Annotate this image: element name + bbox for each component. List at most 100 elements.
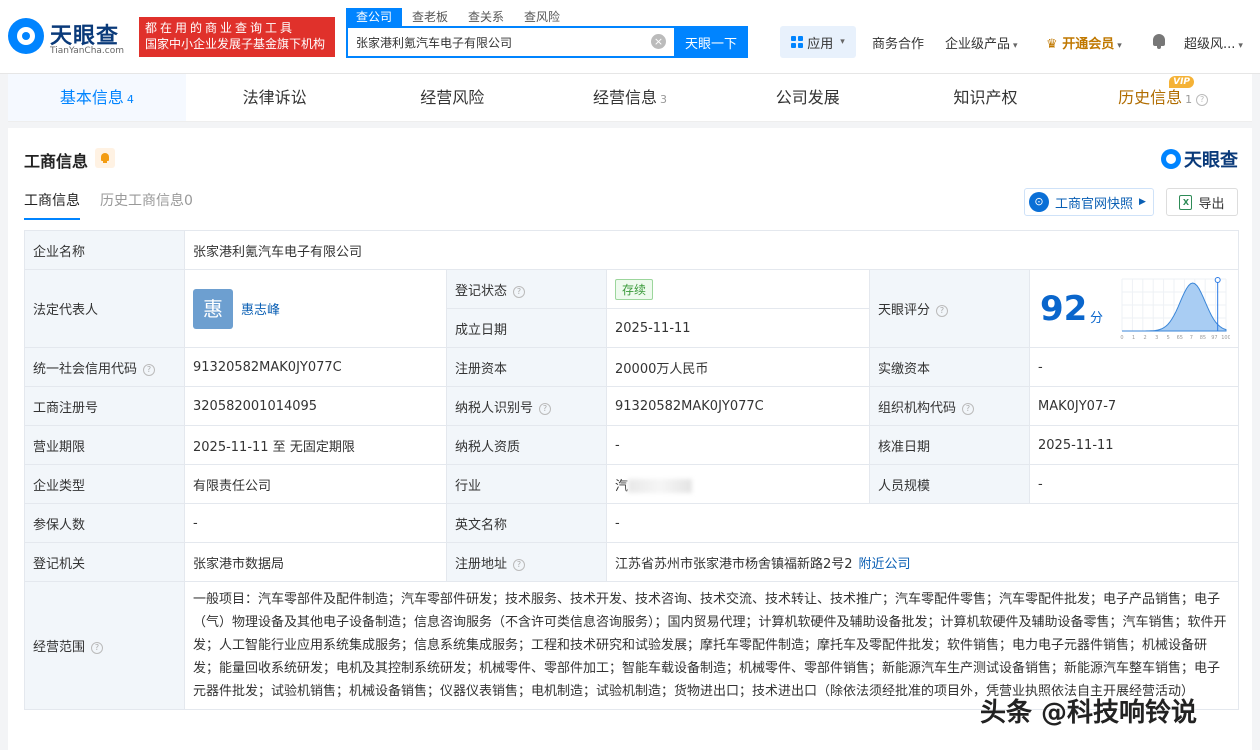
tab-history[interactable]: 历史信息 1? VIP bbox=[1074, 74, 1252, 121]
apps-menu-button[interactable]: 应用 ▾ bbox=[780, 26, 856, 58]
industry-label: 行业 bbox=[446, 464, 607, 504]
table-row: 企业名称 张家港利氪汽车电子有限公司 bbox=[24, 230, 1239, 270]
official-snapshot-button[interactable]: ⊙ 工商官网快照 ▶ bbox=[1024, 188, 1154, 216]
industry-cell: 汽 bbox=[606, 464, 870, 504]
score-distribution-chart: 0 1 2 3 5 65 7 85 97 100 bbox=[1120, 276, 1230, 341]
staff-label: 人员规模 bbox=[869, 464, 1030, 504]
taxpayer-qual-label: 纳税人资质 bbox=[446, 425, 607, 465]
subtab-history-business-info[interactable]: 历史工商信息0 bbox=[100, 190, 193, 220]
subtab-business-info[interactable]: 工商信息 bbox=[24, 190, 80, 220]
tick-label: 97 bbox=[1211, 335, 1217, 341]
grid-icon bbox=[791, 36, 804, 48]
tick-label: 5 bbox=[1167, 335, 1170, 341]
chart-ticks: 0 1 2 3 5 65 7 85 97 100 bbox=[1120, 335, 1230, 341]
nav-vip-label: 开通会员 bbox=[1062, 37, 1115, 52]
reg-capital-label: 注册资本 bbox=[446, 347, 607, 387]
help-icon[interactable]: ? bbox=[936, 305, 949, 317]
table-row: 统一社会信用代码? 91320582MAK0JY077C 注册资本 20000万… bbox=[24, 347, 1239, 387]
search-tab-risk[interactable]: 查风险 bbox=[514, 8, 570, 26]
nav-user-menu[interactable]: 超级风... ▾ bbox=[1184, 33, 1243, 52]
table-row: 登记机关 张家港市数据局 注册地址? 江苏省苏州市张家港市杨舍镇福新路2号2 附近… bbox=[24, 542, 1239, 582]
authority-value: 张家港市数据局 bbox=[184, 542, 447, 582]
term-label: 营业期限 bbox=[24, 425, 185, 465]
help-icon[interactable]: ? bbox=[91, 642, 104, 654]
tick-label: 3 bbox=[1155, 335, 1158, 341]
label-text: 纳税人识别号 bbox=[455, 400, 534, 416]
company-type-label: 企业类型 bbox=[24, 464, 185, 504]
tick-label: 65 bbox=[1177, 335, 1183, 341]
tab-ip[interactable]: 知识产权 bbox=[897, 74, 1075, 121]
tab-label: 公司发展 bbox=[775, 88, 840, 107]
clear-icon[interactable]: × bbox=[651, 34, 666, 49]
business-info-table: 企业名称 张家港利氪汽车电子有限公司 法定代表人 惠惠志峰 登记状态? 存续 天… bbox=[24, 230, 1239, 710]
apps-label: 应用 bbox=[807, 36, 834, 52]
nav-business-cooperation[interactable]: 商务合作 bbox=[872, 33, 924, 52]
vip-badge: VIP bbox=[1169, 76, 1195, 88]
caret-down-icon: ▾ bbox=[1238, 41, 1243, 51]
legal-rep-cell: 惠惠志峰 bbox=[184, 269, 447, 348]
taxpayer-id-label: 纳税人识别号? bbox=[446, 386, 607, 426]
help-icon[interactable]: ? bbox=[143, 363, 156, 376]
monitor-bell-icon[interactable] bbox=[95, 148, 115, 168]
user-name: 超级风... bbox=[1184, 37, 1236, 52]
tick-label: 7 bbox=[1190, 335, 1193, 341]
company-name-label: 企业名称 bbox=[24, 230, 185, 270]
tab-business-risk[interactable]: 经营风险 bbox=[363, 74, 541, 121]
score-cell[interactable]: 92 分 0 1 2 3 5 65 7 85 97 100 bbox=[1029, 269, 1239, 348]
search-tab-relation[interactable]: 查关系 bbox=[458, 8, 514, 26]
excel-icon: X bbox=[1179, 194, 1193, 210]
tab-business-info[interactable]: 经营信息 3 bbox=[541, 74, 719, 121]
label-text: 组织机构代码 bbox=[878, 400, 957, 416]
nav-open-vip[interactable]: ♛ 开通会员 ▾ bbox=[1046, 33, 1122, 52]
search-type-tabs: 查公司 查老板 查关系 查风险 bbox=[346, 8, 570, 26]
nav-enterprise-label: 企业级产品 bbox=[945, 37, 1011, 52]
person-badge-icon: ⊙ bbox=[1029, 192, 1049, 212]
address-value: 江苏省苏州市张家港市杨舍镇福新路2号2 bbox=[615, 556, 853, 572]
search-input[interactable] bbox=[348, 28, 638, 56]
brand-mark: 天眼查 bbox=[1161, 146, 1238, 172]
nav-enterprise-products[interactable]: 企业级产品 ▾ bbox=[945, 33, 1018, 52]
search-button[interactable]: 天眼一下 bbox=[674, 26, 748, 58]
legal-rep-link[interactable]: 惠志峰 bbox=[241, 303, 280, 318]
tick-label: 100 bbox=[1221, 335, 1230, 341]
bell-icon[interactable] bbox=[1152, 33, 1166, 49]
score-unit: 分 bbox=[1090, 310, 1104, 326]
tab-basic-info[interactable]: 基本信息 4 bbox=[8, 74, 186, 121]
eye-logo-icon bbox=[8, 18, 44, 54]
help-icon[interactable]: ? bbox=[962, 402, 975, 415]
taxpayer-id-value: 91320582MAK0JY077C bbox=[606, 386, 870, 426]
reg-no-label: 工商注册号 bbox=[24, 386, 185, 426]
slogan-line1: 都在用的商业查询工具 bbox=[145, 21, 296, 35]
org-code-label: 组织机构代码? bbox=[869, 386, 1030, 426]
paid-capital-value: - bbox=[1029, 347, 1239, 387]
help-icon[interactable]: ? bbox=[513, 558, 526, 571]
search-box: × bbox=[346, 26, 676, 58]
table-row: 营业期限 2025-11-11 至 无固定期限 纳税人资质 - 核准日期 202… bbox=[24, 425, 1239, 465]
tab-legal[interactable]: 法律诉讼 bbox=[186, 74, 364, 121]
avatar[interactable]: 惠 bbox=[193, 288, 233, 329]
caret-right-icon: ▶ bbox=[1139, 197, 1146, 207]
nearby-companies-link[interactable]: 附近公司 bbox=[859, 557, 911, 572]
approve-date-value: 2025-11-11 bbox=[1029, 425, 1239, 465]
tick-label: 0 bbox=[1120, 335, 1123, 341]
help-icon[interactable]: ? bbox=[1196, 94, 1209, 106]
paid-capital-label: 实缴资本 bbox=[869, 347, 1030, 387]
tab-label: 历史信息 bbox=[1118, 88, 1183, 107]
export-button[interactable]: X 导出 bbox=[1166, 188, 1238, 216]
reg-status-cell: 存续 bbox=[606, 269, 870, 309]
search-tab-boss[interactable]: 查老板 bbox=[402, 8, 458, 26]
help-icon[interactable]: ? bbox=[513, 285, 526, 298]
tab-company-dev[interactable]: 公司发展 bbox=[719, 74, 897, 121]
eye-logo-icon bbox=[1161, 149, 1181, 169]
tianyancha-logo[interactable]: 天眼查 TianYanCha.com bbox=[8, 16, 136, 60]
reg-capital-value: 20000万人民币 bbox=[606, 347, 870, 387]
help-icon[interactable]: ? bbox=[539, 402, 552, 415]
score-label: 天眼评分? bbox=[869, 269, 1030, 348]
reg-no-value: 320582001014095 bbox=[184, 386, 447, 426]
search-tab-company[interactable]: 查公司 bbox=[346, 8, 403, 26]
company-type-value: 有限责任公司 bbox=[184, 464, 447, 504]
search-area: 查公司 查老板 查关系 查风险 × 天眼一下 bbox=[346, 8, 748, 58]
tab-count: 3 bbox=[660, 93, 668, 106]
term-value: 2025-11-11 至 无固定期限 bbox=[184, 425, 447, 465]
table-row: 经营范围? 一般项目：汽车零部件及配件制造；汽车零部件研发；技术服务、技术开发、… bbox=[24, 581, 1239, 710]
